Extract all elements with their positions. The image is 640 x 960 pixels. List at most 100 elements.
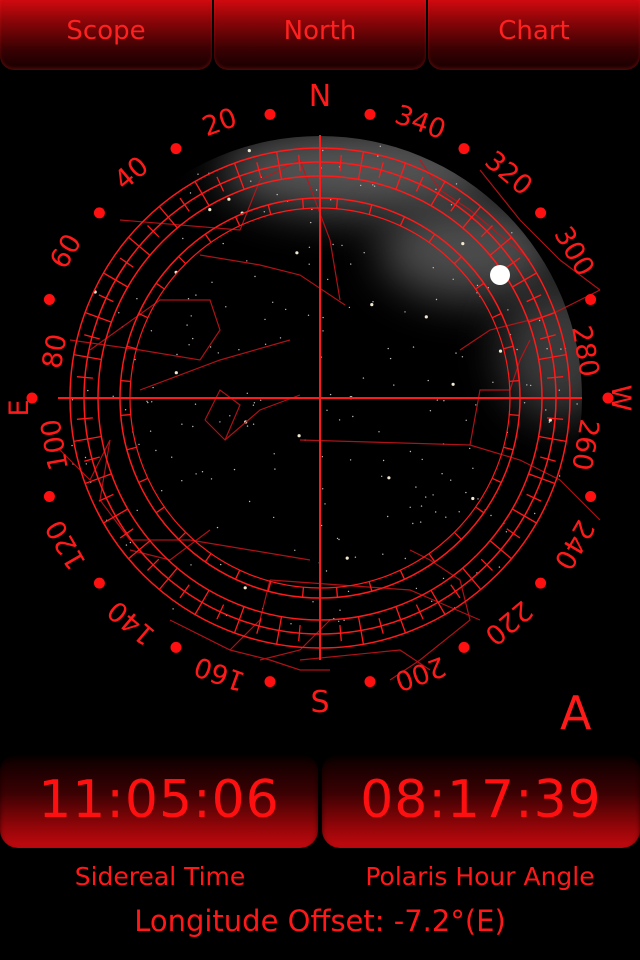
star bbox=[253, 402, 256, 404]
star bbox=[311, 208, 313, 211]
reticle-inner-tick bbox=[267, 204, 272, 215]
reticle-tick bbox=[158, 567, 178, 590]
reticle-inner-tick bbox=[335, 198, 339, 209]
star bbox=[432, 267, 434, 269]
star bbox=[315, 189, 318, 191]
star bbox=[412, 346, 415, 348]
reticle-inner-tick bbox=[204, 233, 212, 243]
star bbox=[476, 284, 479, 287]
star bbox=[339, 609, 341, 611]
star bbox=[432, 494, 434, 496]
star bbox=[387, 347, 389, 350]
star bbox=[201, 471, 204, 473]
reticle-inner-tick bbox=[301, 198, 305, 209]
polaris-hour-angle-value: 08:17:39 bbox=[360, 770, 602, 830]
sidereal-time-panel: 11:05:06 bbox=[0, 756, 318, 848]
star bbox=[458, 511, 460, 513]
star bbox=[475, 404, 477, 406]
reticle-inner-tick bbox=[491, 477, 502, 484]
star bbox=[372, 301, 374, 303]
star bbox=[274, 468, 276, 470]
star bbox=[190, 564, 192, 566]
dial-dot bbox=[535, 207, 547, 219]
star bbox=[393, 384, 395, 386]
reticle-inner-tick bbox=[204, 553, 212, 563]
star bbox=[431, 600, 433, 602]
sidereal-time-caption: Sidereal Time bbox=[74, 862, 246, 891]
star bbox=[216, 526, 219, 529]
star bbox=[172, 608, 174, 610]
star bbox=[421, 458, 423, 461]
reticle-tick bbox=[98, 294, 114, 303]
tab-chart-label: Chart bbox=[498, 16, 570, 46]
reticle-inner-tick bbox=[178, 531, 187, 540]
star bbox=[558, 475, 561, 477]
star bbox=[322, 488, 324, 490]
tab-north-label: North bbox=[283, 16, 357, 46]
star bbox=[222, 242, 224, 245]
star bbox=[330, 199, 332, 201]
star bbox=[560, 348, 562, 350]
star bbox=[238, 349, 240, 351]
star bbox=[338, 620, 340, 622]
star bbox=[321, 456, 323, 458]
star bbox=[461, 242, 465, 246]
star bbox=[427, 379, 429, 382]
star bbox=[345, 556, 349, 560]
star bbox=[450, 204, 453, 206]
star bbox=[452, 278, 454, 280]
star bbox=[327, 278, 329, 281]
reticle-inner-tick bbox=[368, 581, 373, 592]
polar-scope-view[interactable]: 20406080100120140160 20022024026028030032… bbox=[0, 60, 640, 750]
star bbox=[308, 263, 310, 265]
reticle-tick bbox=[339, 625, 342, 642]
star bbox=[505, 531, 508, 533]
dial-dot bbox=[170, 143, 182, 155]
star bbox=[382, 553, 384, 555]
sidereal-time-value: 11:05:06 bbox=[38, 770, 280, 830]
star bbox=[429, 410, 432, 412]
star bbox=[273, 516, 275, 519]
star bbox=[195, 294, 197, 296]
star bbox=[297, 434, 301, 438]
star bbox=[465, 491, 467, 494]
star bbox=[545, 409, 547, 411]
reticle-tick bbox=[216, 604, 225, 620]
reticle-tick bbox=[506, 528, 521, 539]
reticle-inner-tick bbox=[120, 379, 131, 383]
reticle-tick bbox=[526, 493, 542, 502]
reticle-inner-tick bbox=[120, 413, 131, 417]
star bbox=[125, 544, 128, 546]
star bbox=[360, 184, 362, 187]
star bbox=[273, 453, 275, 455]
reticle-tick bbox=[511, 508, 537, 524]
mode-indicator[interactable]: A bbox=[560, 686, 591, 740]
dial-degree-label: 340 bbox=[391, 99, 450, 146]
star bbox=[404, 311, 406, 313]
star bbox=[264, 343, 267, 345]
star bbox=[445, 516, 447, 518]
star bbox=[350, 263, 352, 265]
reticle-inner-tick bbox=[155, 506, 165, 514]
star bbox=[295, 251, 299, 255]
reticle-tick bbox=[194, 589, 210, 615]
star bbox=[192, 425, 194, 428]
star bbox=[477, 498, 479, 500]
reticle-inner-tick bbox=[335, 587, 339, 598]
reticle-tick bbox=[216, 176, 225, 192]
star bbox=[254, 275, 256, 278]
star bbox=[435, 511, 437, 513]
reticle-inner-tick bbox=[509, 413, 520, 417]
star bbox=[155, 449, 157, 452]
reticle-inner-tick bbox=[453, 531, 462, 540]
star bbox=[548, 421, 550, 423]
star bbox=[176, 353, 178, 356]
star bbox=[272, 301, 274, 303]
dial-degree-label: 320 bbox=[479, 145, 538, 202]
star bbox=[370, 303, 374, 307]
star bbox=[71, 399, 74, 401]
star bbox=[516, 348, 518, 351]
reticle-tick bbox=[179, 584, 190, 599]
star bbox=[290, 623, 292, 625]
longitude-offset[interactable]: Longitude Offset: -7.2°(E) bbox=[0, 904, 640, 938]
